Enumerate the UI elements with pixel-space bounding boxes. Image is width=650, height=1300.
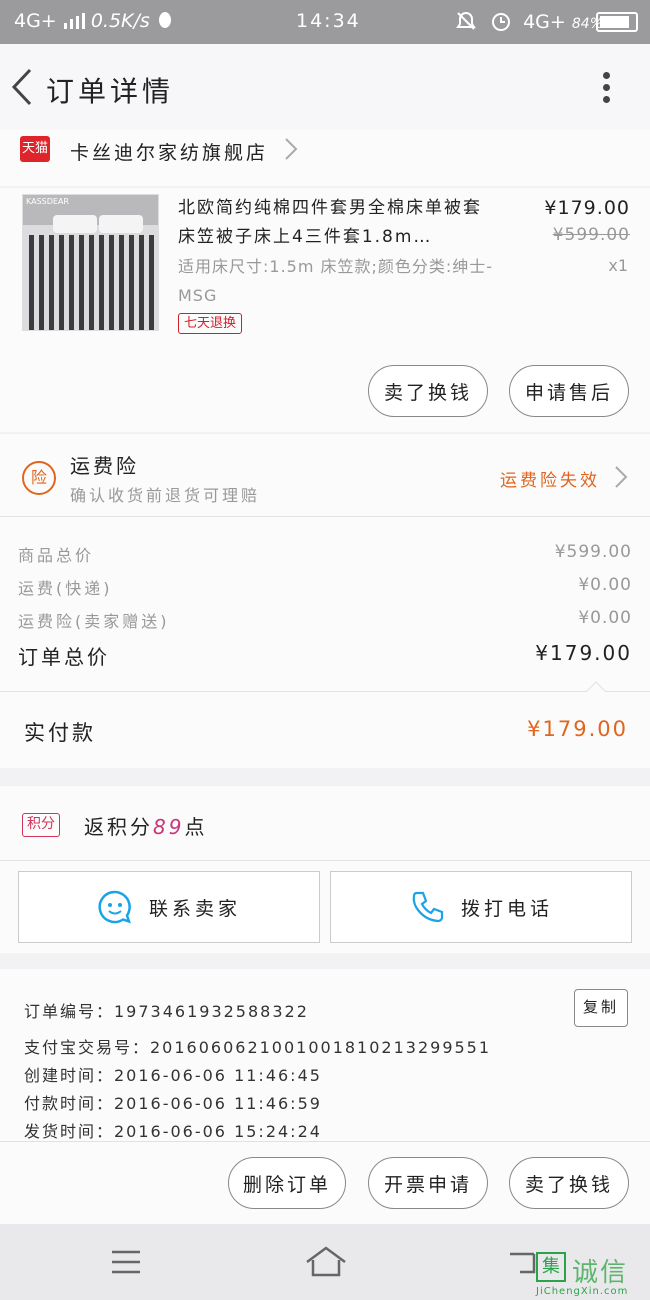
points-prefix: 返积分: [84, 815, 153, 839]
stripe: [29, 235, 34, 330]
points-badge: 积分: [22, 813, 60, 837]
stripe: [149, 235, 154, 330]
contact-seller-label: 联系卖家: [148, 897, 241, 920]
chevron-right-icon[interactable]: [614, 465, 628, 489]
network-type-left: 4G+: [14, 10, 57, 32]
call-phone-button[interactable]: 拨打电话: [330, 871, 632, 943]
signal-icon: [63, 13, 85, 29]
battery-icon: [596, 12, 638, 32]
after-sale-button[interactable]: 申请售后: [509, 365, 629, 417]
actual-payment-label: 实付款: [24, 721, 96, 745]
paid-time: 付款时间：2016-06-06 11:46:59: [24, 1094, 322, 1113]
delete-order-button[interactable]: 删除订单: [228, 1157, 346, 1209]
battery-fill: [600, 16, 629, 28]
page-title: 订单详情: [46, 75, 175, 108]
app-bar: 订单详情: [0, 44, 650, 130]
copy-button[interactable]: 复制: [574, 989, 628, 1027]
stripe: [109, 235, 114, 330]
points-suffix: 点: [184, 815, 208, 839]
call-phone-label: 拨打电话: [460, 897, 553, 920]
order-number: 订单编号：1973461932588322: [24, 1002, 309, 1021]
watermark-logo: 集: [536, 1252, 566, 1282]
chevron-left-icon[interactable]: [6, 64, 46, 110]
shop-name[interactable]: 卡丝迪尔家纺旗舰店: [70, 138, 268, 165]
more-vertical-icon[interactable]: [594, 68, 618, 108]
chevron-right-icon[interactable]: [284, 137, 298, 161]
stripe: [99, 235, 104, 330]
product-photo: [23, 195, 158, 330]
product-title[interactable]: 北欧简约纯棉四件套男全棉床单被套床笠被子床上4三件套1.8m…: [178, 194, 498, 252]
goods-total-label: 商品总价: [18, 546, 95, 565]
stripe: [139, 235, 144, 330]
product-quantity: x1: [608, 256, 628, 275]
product-brand-text: KASSDEAR: [26, 197, 69, 206]
stripe: [59, 235, 64, 330]
insurance-icon: 险: [22, 461, 56, 495]
goods-total-value: ¥599.00: [554, 542, 632, 562]
status-bar: 4G+ 0.5K/s 14:34 4G+ 84%: [0, 0, 650, 44]
alipay-transaction-number: 支付宝交易号：2016060621001001810213299551: [24, 1038, 492, 1057]
invoice-request-button[interactable]: 开票申请: [368, 1157, 488, 1209]
chat-bubble-icon: [98, 890, 131, 924]
tmall-badge: 天猫: [20, 136, 50, 162]
product-original-price: ¥599.00: [552, 225, 630, 245]
status-left: 4G+ 0.5K/s: [14, 10, 174, 32]
insurance-description: 确认收货前退货可理赔: [70, 486, 261, 505]
insurance-title: 运费险: [70, 454, 139, 478]
resell-button[interactable]: 卖了换钱: [368, 365, 488, 417]
back-nav-icon[interactable]: [506, 1246, 536, 1276]
alarm-icon: [492, 13, 511, 31]
insurance-fee-value: ¥0.00: [578, 608, 632, 628]
stripe: [129, 235, 134, 330]
stripe: [119, 235, 124, 330]
stripe: [69, 235, 74, 330]
insurance-fee-label: 运费险(卖家赠送): [18, 612, 170, 631]
created-time: 创建时间：2016-06-06 11:46:45: [24, 1066, 322, 1085]
order-total-label: 订单总价: [18, 645, 110, 669]
shipping-value: ¥0.00: [578, 575, 632, 595]
mute-icon: [456, 11, 476, 30]
menu-icon[interactable]: [110, 1248, 142, 1276]
resell-bottom-button[interactable]: 卖了换钱: [509, 1157, 629, 1209]
home-icon[interactable]: [304, 1244, 348, 1278]
order-total-value: ¥179.00: [535, 641, 632, 665]
network-speed: 0.5K/s: [90, 10, 150, 32]
insurance-status[interactable]: 运费险失效: [500, 466, 600, 491]
product-sku: 适用床尺寸:1.5m 床笠款;颜色分类:绅士-MSG: [178, 257, 494, 305]
watermark-subtext: JiChengXin.com: [536, 1286, 629, 1297]
phone-icon: [412, 891, 444, 923]
qq-icon: [158, 12, 171, 28]
contact-seller-button[interactable]: 联系卖家: [18, 871, 320, 943]
product-image[interactable]: KASSDEAR: [22, 194, 159, 331]
watermark-text: 诚信: [572, 1258, 629, 1288]
stripe: [79, 235, 84, 330]
caret-up-icon: [586, 681, 606, 692]
points-number: 89: [153, 815, 185, 839]
actual-payment-value: ¥179.00: [527, 717, 628, 741]
seven-day-return-tag: 七天退换: [178, 313, 243, 334]
status-right: 4G+ 84%: [455, 10, 603, 33]
watermark: 集 诚信 JiChengXin.com: [536, 1252, 648, 1298]
network-type-right: 4G+: [523, 11, 566, 33]
stripe: [89, 235, 94, 330]
stripe: [39, 235, 44, 330]
shipped-time: 发货时间：2016-06-06 15:24:24: [24, 1122, 322, 1141]
shipping-label: 运费(快递): [18, 579, 113, 598]
stripe: [49, 235, 54, 330]
points-text: 返积分89点: [84, 811, 207, 840]
product-price: ¥179.00: [544, 197, 630, 219]
status-time: 14:34: [296, 10, 361, 32]
